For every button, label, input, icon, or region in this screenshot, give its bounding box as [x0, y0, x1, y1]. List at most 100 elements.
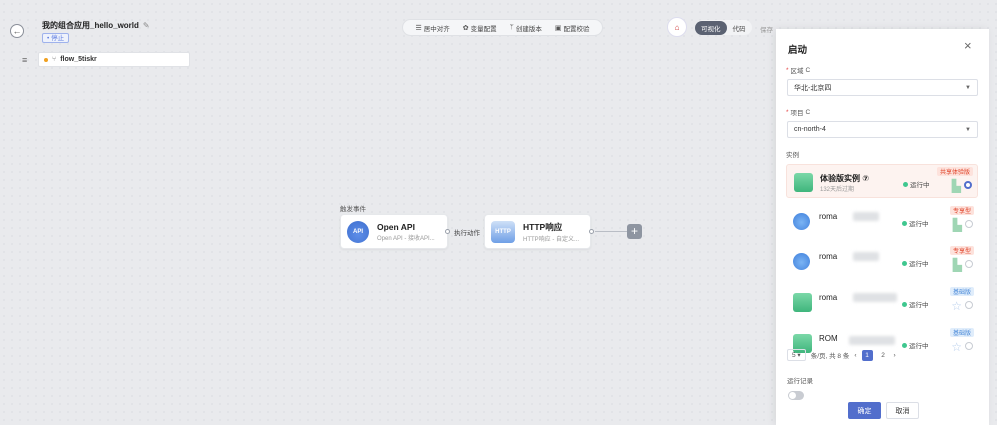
- close-icon[interactable]: ×: [964, 38, 972, 53]
- help-icon[interactable]: ⑦: [862, 174, 869, 183]
- toolbar-item-label: 创建版本: [515, 25, 542, 33]
- page-size-select[interactable]: 5 ▾: [787, 349, 806, 361]
- node-http-response[interactable]: HTTP HTTP响应 HTTP响应 - 自定义...: [484, 214, 591, 249]
- region-value: 华北-北京四: [794, 84, 832, 92]
- instance-status: 运行中: [902, 340, 929, 350]
- gift-icon: ▙: [952, 258, 962, 272]
- instance-radio[interactable]: [965, 260, 973, 268]
- back-button[interactable]: ←: [10, 24, 24, 38]
- instance-item[interactable]: roma 运行中 专享型 ▙: [786, 204, 978, 238]
- status-dot: [902, 260, 907, 266]
- status-dot: [903, 181, 908, 187]
- toolbar-item-3[interactable]: ▣ 配置校验: [555, 23, 590, 33]
- output-port[interactable]: [445, 229, 450, 234]
- node-http-subtitle: HTTP响应 - 自定义...: [523, 236, 579, 243]
- instance-radio[interactable]: [964, 181, 972, 189]
- instance-item[interactable]: roma 运行中 基础版 ☆: [786, 285, 978, 319]
- instance-icon: [793, 213, 810, 230]
- instance-status: 运行中: [902, 258, 929, 268]
- mode-code[interactable]: 代码: [727, 21, 752, 35]
- arrow-left-icon: ←: [12, 26, 22, 36]
- chevron-down-icon: ▼: [965, 126, 971, 133]
- toolbar-item-label: 变量配置: [470, 25, 497, 33]
- mode-visual[interactable]: 可视化: [695, 20, 727, 35]
- instance-icon: [793, 293, 812, 312]
- toolbar: ☰ 居中对齐 ✿ 变量配置 ᛘ 创建版本 ▣ 配置校验: [402, 19, 603, 36]
- page-2[interactable]: 2: [878, 350, 889, 361]
- instance-radio[interactable]: [965, 220, 973, 228]
- api-icon: API: [347, 220, 369, 243]
- connector-label: 执行动作: [454, 227, 480, 237]
- refresh-icon[interactable]: C: [806, 109, 811, 116]
- edit-icon[interactable]: ✎: [143, 21, 150, 30]
- star-icon: ☆: [951, 299, 962, 313]
- edition-badge: 基础版: [949, 328, 974, 337]
- toolbar-item-label: 居中对齐: [423, 25, 450, 33]
- instance-item[interactable]: 体验版实例 ⑦ 132天后过期 运行中 共享体验版 ▙: [786, 164, 978, 198]
- flow-tab[interactable]: ⑂ flow_5tiskr: [38, 52, 190, 67]
- add-node-button[interactable]: +: [627, 224, 642, 239]
- toolbar-save-hidden: 保存: [760, 27, 773, 34]
- star-icon: ☆: [951, 340, 962, 354]
- toggle-knob: [789, 392, 796, 399]
- instance-name: roma: [819, 293, 838, 302]
- next-page-icon[interactable]: ›: [894, 352, 896, 359]
- required-mark: *: [786, 108, 789, 116]
- align-center-icon: ☰: [415, 24, 422, 32]
- gift-icon: ▙: [951, 179, 961, 193]
- page-total: 条/页, 共 8 条: [810, 353, 850, 360]
- node-open-api[interactable]: API Open API Open API - 接收API...: [340, 214, 448, 249]
- instance-label: 实例: [786, 152, 799, 159]
- region-label-text: 区域: [790, 68, 804, 75]
- flow-icon: ⑂: [52, 56, 57, 63]
- instance-status: 运行中: [902, 218, 929, 228]
- instance-icon: [793, 253, 810, 270]
- instance-status: 运行中: [902, 299, 929, 309]
- redacted-text: [853, 212, 879, 221]
- avatar[interactable]: ⌂: [667, 17, 687, 37]
- confirm-button[interactable]: 确定: [848, 402, 881, 419]
- menu-icon[interactable]: ≡: [22, 55, 27, 65]
- branch-icon: ᛘ: [509, 24, 514, 31]
- cancel-button[interactable]: 取消: [886, 402, 919, 419]
- project-value: cn-north-4: [794, 126, 826, 133]
- flow-name: flow_5tiskr: [60, 56, 97, 63]
- redacted-text: [849, 336, 895, 345]
- toolbar-item-0[interactable]: ☰ 居中对齐: [416, 23, 450, 33]
- toolbar-item-1[interactable]: ✿ 变量配置: [463, 23, 497, 33]
- refresh-icon[interactable]: C: [806, 67, 811, 74]
- trigger-label: 触发事件: [340, 206, 366, 213]
- pagination: 5 ▾ 条/页, 共 8 条 ‹ 1 2 ›: [787, 349, 896, 361]
- mode-toggle[interactable]: 可视化 代码: [695, 20, 752, 35]
- connector-line: [595, 231, 627, 232]
- toolbar-item-2[interactable]: ᛘ 创建版本: [510, 23, 542, 33]
- instance-radio[interactable]: [965, 301, 973, 309]
- http-icon: HTTP: [491, 220, 515, 243]
- instance-item[interactable]: roma 运行中 专享型 ▙: [786, 244, 978, 278]
- instance-name: roma: [819, 212, 838, 221]
- instance-icon: [794, 173, 813, 192]
- app-title-text: 我的组合应用_hello_world: [42, 21, 139, 30]
- panel-title: 启动: [788, 45, 808, 56]
- node-open-api-subtitle: Open API - 接收API...: [377, 235, 435, 242]
- edition-badge: 基础版: [949, 287, 974, 296]
- flow-status-dot: [44, 57, 48, 62]
- toolbar-item-label: 配置校验: [563, 25, 590, 33]
- gift-icon: ▙: [952, 218, 962, 232]
- project-select[interactable]: cn-north-4 ▼: [787, 121, 978, 138]
- status-tag: • 停止: [42, 33, 70, 43]
- output-port[interactable]: [589, 229, 594, 234]
- required-mark: *: [786, 66, 789, 74]
- region-select[interactable]: 华北-北京四 ▼: [787, 79, 978, 96]
- node-http-title: HTTP响应: [523, 221, 563, 232]
- page-1[interactable]: 1: [861, 349, 873, 361]
- prev-page-icon[interactable]: ‹: [854, 352, 856, 359]
- redacted-text: [853, 293, 897, 302]
- edition-badge: 专享型: [949, 206, 974, 215]
- app-title: 我的组合应用_hello_world ✎: [42, 20, 150, 31]
- chevron-down-icon: ▼: [965, 84, 971, 91]
- instance-radio[interactable]: [965, 342, 973, 350]
- run-record-toggle[interactable]: [788, 391, 804, 400]
- project-label: * 项目 C: [786, 107, 811, 118]
- redacted-text: [853, 252, 879, 261]
